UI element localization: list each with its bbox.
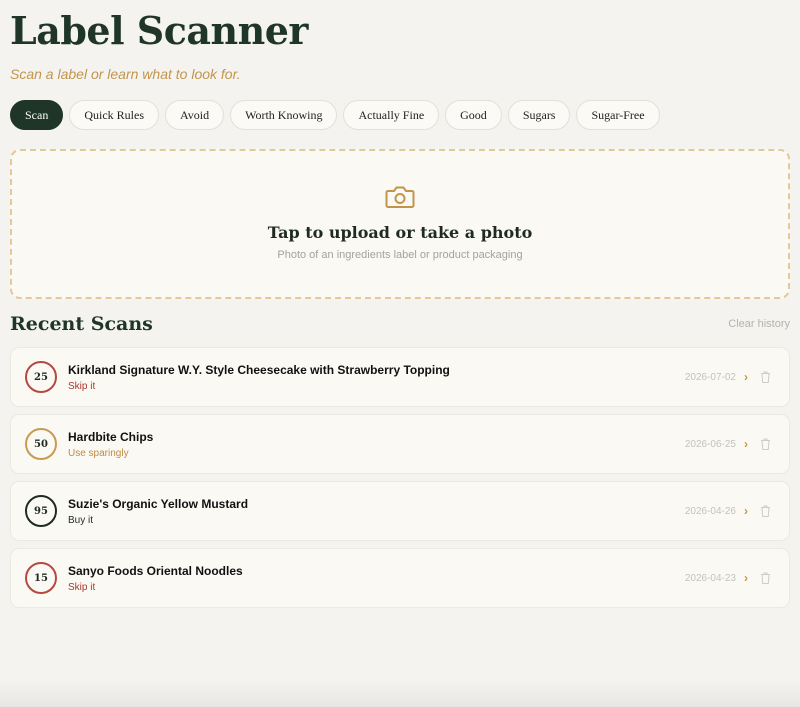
scan-item-date: 2026-04-26 — [684, 505, 736, 517]
tab-worth-knowing[interactable]: Worth Knowing — [230, 100, 338, 130]
scan-item[interactable]: 95 Suzie's Organic Yellow Mustard Buy it… — [10, 481, 790, 541]
tab-bar: Scan Quick Rules Avoid Worth Knowing Act… — [10, 100, 790, 130]
tab-sugar-free[interactable]: Sugar-Free — [576, 100, 660, 130]
camera-icon — [385, 186, 415, 208]
scan-item-name: Kirkland Signature W.Y. Style Cheesecake… — [68, 362, 450, 377]
tab-good[interactable]: Good — [445, 100, 502, 130]
score-badge: 25 — [25, 361, 57, 393]
score-badge: 95 — [25, 495, 57, 527]
tab-avoid[interactable]: Avoid — [165, 100, 225, 130]
chevron-right-icon: › — [744, 370, 748, 384]
chevron-right-icon: › — [744, 571, 748, 585]
page: Label Scanner Scan a label or learn what… — [0, 0, 800, 608]
chevron-right-icon: › — [744, 504, 748, 518]
score-badge: 15 — [25, 562, 57, 594]
scan-item-name: Sanyo Foods Oriental Noodles — [68, 563, 243, 578]
bottom-fade — [0, 679, 800, 707]
trash-icon[interactable] — [760, 572, 771, 584]
recent-scans-list: 25 Kirkland Signature W.Y. Style Cheesec… — [10, 347, 790, 608]
upload-dropzone[interactable]: Tap to upload or take a photo Photo of a… — [10, 149, 790, 299]
scan-item-date: 2026-04-23 — [684, 572, 736, 584]
tab-scan[interactable]: Scan — [10, 100, 64, 130]
clear-history-button[interactable]: Clear history — [728, 318, 790, 330]
score-badge: 50 — [25, 428, 57, 460]
upload-hint: Photo of an ingredients label or product… — [277, 249, 523, 261]
tab-sugars[interactable]: Sugars — [507, 100, 571, 130]
scan-item[interactable]: 15 Sanyo Foods Oriental Noodles Skip it … — [10, 548, 790, 608]
scan-item-verdict: Skip it — [68, 380, 96, 392]
scan-item-date: 2026-06-25 — [684, 438, 736, 450]
scan-item-name: Hardbite Chips — [68, 429, 154, 444]
scan-item[interactable]: 25 Kirkland Signature W.Y. Style Cheesec… — [10, 347, 790, 407]
chevron-right-icon: › — [744, 437, 748, 451]
recent-scans-header: Recent Scans Clear history — [10, 311, 790, 337]
tab-quick-rules[interactable]: Quick Rules — [69, 100, 159, 130]
scan-item-verdict: Skip it — [68, 581, 96, 593]
trash-icon[interactable] — [760, 505, 771, 517]
scan-item-name: Suzie's Organic Yellow Mustard — [68, 496, 249, 511]
scan-item[interactable]: 50 Hardbite Chips Use sparingly 2026-06-… — [10, 414, 790, 474]
page-subtitle: Scan a label or learn what to look for. — [10, 66, 241, 82]
page-title: Label Scanner — [10, 8, 308, 53]
trash-icon[interactable] — [760, 438, 771, 450]
scan-item-verdict: Buy it — [68, 514, 94, 526]
trash-icon[interactable] — [760, 371, 771, 383]
recent-scans-title: Recent Scans — [10, 313, 153, 335]
tab-actually-fine[interactable]: Actually Fine — [343, 100, 440, 130]
upload-title: Tap to upload or take a photo — [267, 223, 533, 242]
scan-item-date: 2026-07-02 — [684, 371, 736, 383]
scan-item-verdict: Use sparingly — [68, 447, 129, 459]
